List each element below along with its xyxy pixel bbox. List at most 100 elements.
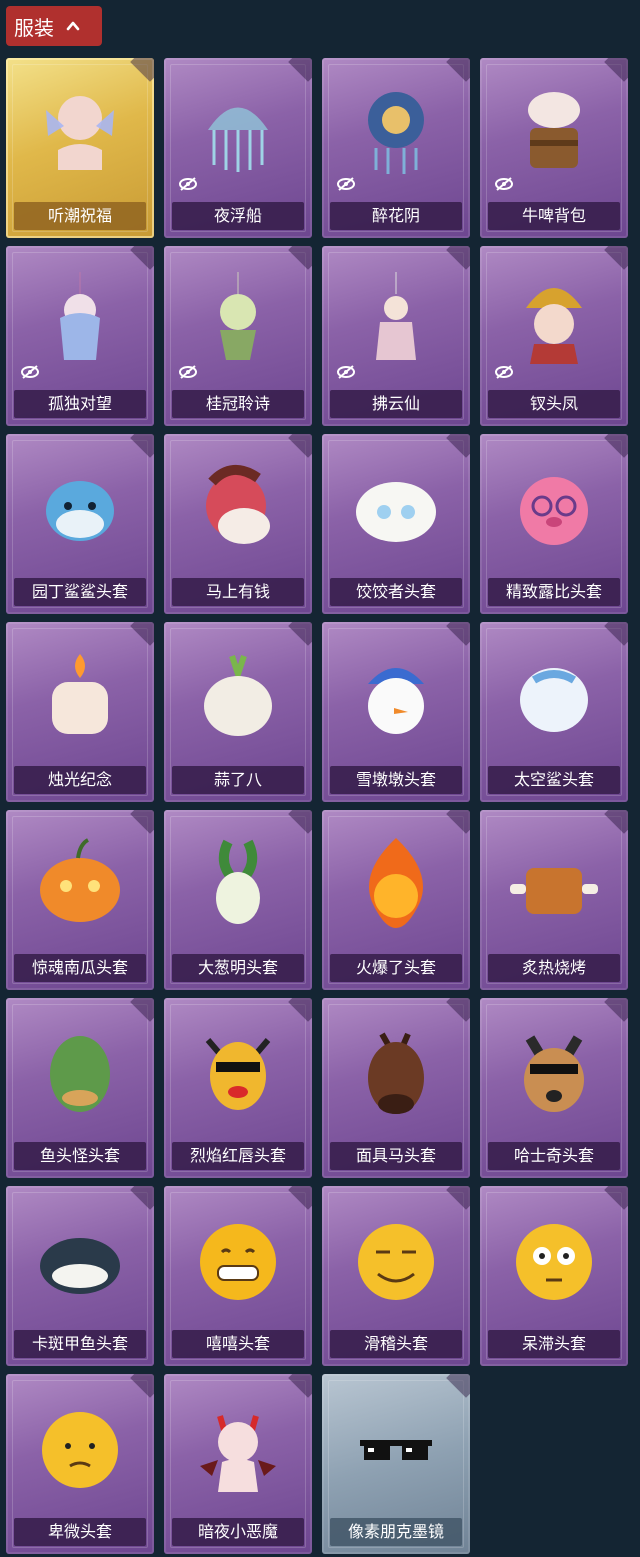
fire-head-icon xyxy=(369,838,423,928)
item-card[interactable]: 暗夜小恶魔 xyxy=(164,1374,312,1554)
item-card[interactable]: 夜浮船 xyxy=(164,58,312,238)
eye-hidden-icon[interactable] xyxy=(178,174,198,194)
doll-charm-icon xyxy=(60,272,100,360)
item-card[interactable]: 饺饺者头套 xyxy=(322,434,470,614)
item-name: 烛光纪念 xyxy=(14,766,146,794)
item-card[interactable]: 炙热烧烤 xyxy=(480,810,628,990)
item-name: 夜浮船 xyxy=(172,202,304,230)
item-card[interactable]: 蒜了八 xyxy=(164,622,312,802)
item-name: 精致露比头套 xyxy=(488,578,620,606)
shark-head-icon xyxy=(46,481,114,541)
item-card[interactable]: 烛光纪念 xyxy=(6,622,154,802)
bbq-head-icon xyxy=(510,868,598,914)
item-name: 牛啤背包 xyxy=(488,202,620,230)
item-name: 听潮祝福 xyxy=(14,202,146,230)
item-name: 钗头凤 xyxy=(488,390,620,418)
pink-pig-head-icon xyxy=(520,477,588,545)
item-card[interactable]: 太空鲨头套 xyxy=(480,622,628,802)
item-name: 雪墩墩头套 xyxy=(330,766,462,794)
beer-cow-icon xyxy=(528,92,580,168)
item-card[interactable]: 醉花阴 xyxy=(322,58,470,238)
item-card[interactable]: 卡斑甲鱼头套 xyxy=(6,1186,154,1366)
horse-head-icon xyxy=(206,465,270,544)
eye-hidden-icon[interactable] xyxy=(494,174,514,194)
chevron-up-icon[interactable] xyxy=(66,19,80,33)
item-card[interactable]: 孤独对望 xyxy=(6,246,154,426)
item-name: 卡斑甲鱼头套 xyxy=(14,1330,146,1358)
turtle-head-icon xyxy=(40,1238,120,1294)
item-name: 太空鲨头套 xyxy=(488,766,620,794)
eye-hidden-icon[interactable] xyxy=(336,362,356,382)
laurel-charm-icon xyxy=(220,272,256,360)
grin-emoji-icon xyxy=(200,1224,276,1300)
item-grid: 听潮祝福 夜浮船 醉花阴 牛啤背包孤独对望 桂冠聆诗 拂云仙 钗头凤园丁鲨鲨头套 马上有钱 饺饺… xyxy=(6,58,628,1554)
item-card[interactable]: 牛啤背包 xyxy=(480,58,628,238)
snowman-head-icon xyxy=(368,668,424,734)
ocean-doll-icon xyxy=(46,96,114,170)
item-card[interactable]: 鱼头怪头套 xyxy=(6,998,154,1178)
fish-head-icon xyxy=(50,1036,110,1112)
item-name: 呆滞头套 xyxy=(488,1330,620,1358)
item-name: 饺饺者头套 xyxy=(330,578,462,606)
item-card[interactable]: 园丁鲨鲨头套 xyxy=(6,434,154,614)
item-name: 暗夜小恶魔 xyxy=(172,1518,304,1546)
husky-head-icon xyxy=(524,1035,584,1112)
dumpling-head-icon xyxy=(356,482,436,542)
item-card[interactable]: 马上有钱 xyxy=(164,434,312,614)
item-name: 孤独对望 xyxy=(14,390,146,418)
eye-hidden-icon[interactable] xyxy=(494,362,514,382)
item-name: 蒜了八 xyxy=(172,766,304,794)
item-card[interactable]: 像素朋克墨镜 xyxy=(322,1374,470,1554)
item-name: 像素朋克墨镜 xyxy=(330,1518,462,1546)
item-name: 醉花阴 xyxy=(330,202,462,230)
item-card[interactable]: 雪墩墩头套 xyxy=(322,622,470,802)
item-name: 炙热烧烤 xyxy=(488,954,620,982)
item-card[interactable]: 听潮祝福 xyxy=(6,58,154,238)
item-name: 滑稽头套 xyxy=(330,1330,462,1358)
item-card[interactable]: 惊魂南瓜头套 xyxy=(6,810,154,990)
item-name: 面具马头套 xyxy=(330,1142,462,1170)
item-name: 惊魂南瓜头套 xyxy=(14,954,146,982)
item-name: 拂云仙 xyxy=(330,390,462,418)
flower-ornament-icon xyxy=(368,92,424,174)
scallion-head-icon xyxy=(216,839,260,924)
item-card[interactable]: 烈焰红唇头套 xyxy=(164,998,312,1178)
item-card[interactable]: 大葱明头套 xyxy=(164,810,312,990)
item-name: 桂冠聆诗 xyxy=(172,390,304,418)
red-lips-head-icon xyxy=(205,1038,271,1110)
item-name: 烈焰红唇头套 xyxy=(172,1142,304,1170)
fairy-charm-icon xyxy=(376,272,416,360)
item-name: 哈士奇头套 xyxy=(488,1142,620,1170)
eye-hidden-icon[interactable] xyxy=(178,362,198,382)
humble-emoji-icon xyxy=(42,1412,118,1488)
item-name: 马上有钱 xyxy=(172,578,304,606)
item-card[interactable]: 滑稽头套 xyxy=(322,1186,470,1366)
eye-hidden-icon[interactable] xyxy=(336,174,356,194)
item-card[interactable]: 拂云仙 xyxy=(322,246,470,426)
item-card[interactable]: 呆滞头套 xyxy=(480,1186,628,1366)
pixel-sunglasses-icon xyxy=(360,1440,432,1460)
item-card[interactable]: 精致露比头套 xyxy=(480,434,628,614)
item-card[interactable]: 嘻嘻头套 xyxy=(164,1186,312,1366)
horse-mask-icon xyxy=(368,1032,424,1114)
little-devil-icon xyxy=(200,1415,276,1492)
phoenix-crown-icon xyxy=(526,288,582,364)
jellyfish-icon xyxy=(208,107,268,172)
section-header-clothing[interactable]: 服装 xyxy=(6,6,102,46)
item-card[interactable]: 钗头凤 xyxy=(480,246,628,426)
item-name: 火爆了头套 xyxy=(330,954,462,982)
item-card[interactable]: 哈士奇头套 xyxy=(480,998,628,1178)
funny-emoji-icon xyxy=(358,1224,434,1300)
item-name: 鱼头怪头套 xyxy=(14,1142,146,1170)
eye-hidden-icon[interactable] xyxy=(20,362,40,382)
pumpkin-head-icon xyxy=(40,838,120,922)
item-card[interactable]: 火爆了头套 xyxy=(322,810,470,990)
item-name: 大葱明头套 xyxy=(172,954,304,982)
item-name: 卑微头套 xyxy=(14,1518,146,1546)
dazed-emoji-icon xyxy=(516,1224,592,1300)
item-card[interactable]: 桂冠聆诗 xyxy=(164,246,312,426)
space-shark-head-icon xyxy=(520,668,588,732)
garlic-head-icon xyxy=(204,655,272,736)
item-card[interactable]: 面具马头套 xyxy=(322,998,470,1178)
item-card[interactable]: 卑微头套 xyxy=(6,1374,154,1554)
